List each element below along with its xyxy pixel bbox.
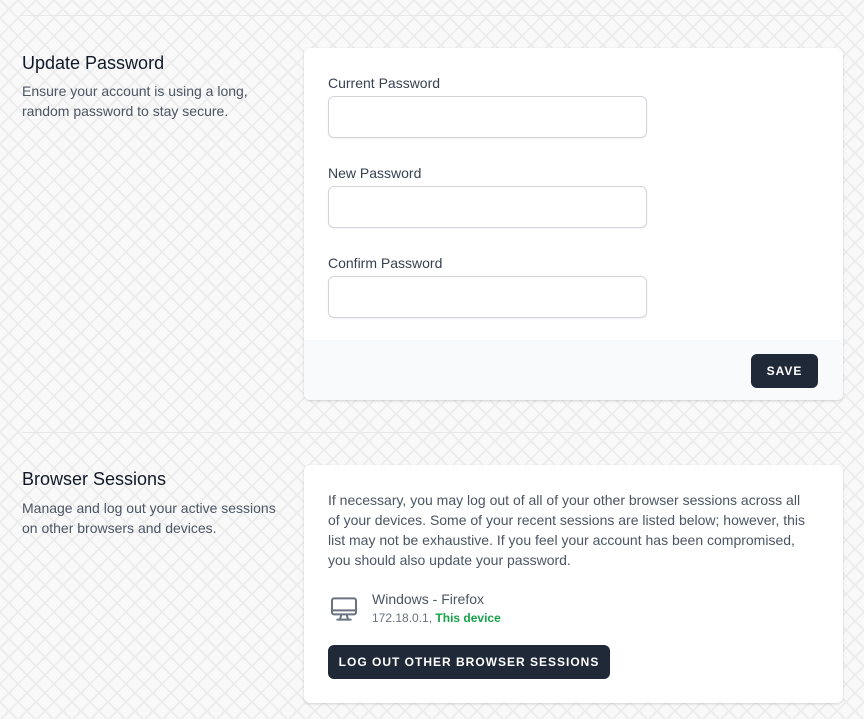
browser-sessions-info: If necessary, you may log out of all of … — [328, 492, 806, 568]
current-password-label: Current Password — [328, 75, 441, 91]
session-item: Windows - Firefox 172.18.0.1, This devic… — [328, 591, 628, 631]
new-password-input[interactable] — [328, 186, 647, 228]
current-password-input[interactable] — [328, 96, 647, 138]
session-details: 172.18.0.1, This device — [372, 611, 501, 625]
update-password-footer: Save — [304, 340, 843, 400]
save-button[interactable]: Save — [751, 354, 818, 388]
confirm-password-input[interactable] — [328, 276, 647, 318]
this-device-badge: This device — [435, 611, 501, 625]
section-divider-middle — [22, 432, 842, 433]
session-device-name: Windows - Firefox — [372, 591, 485, 607]
new-password-label: New Password — [328, 165, 422, 181]
session-ip-address: 172.18.0.1, — [372, 611, 433, 625]
update-password-title: Update Password — [22, 53, 165, 73]
browser-sessions-title: Browser Sessions — [22, 469, 167, 489]
browser-sessions-card: If necessary, you may log out of all of … — [304, 465, 843, 703]
update-password-description: Ensure your account is using a long, ran… — [22, 83, 248, 119]
update-password-card: Current Password New Password Confirm Pa… — [304, 48, 843, 400]
desktop-monitor-icon — [331, 597, 357, 621]
logout-other-sessions-button[interactable]: Log Out Other Browser Sessions — [328, 645, 610, 679]
confirm-password-label: Confirm Password — [328, 255, 443, 271]
browser-sessions-description: Manage and log out your active sessions … — [22, 500, 276, 536]
section-divider-top — [22, 15, 842, 16]
